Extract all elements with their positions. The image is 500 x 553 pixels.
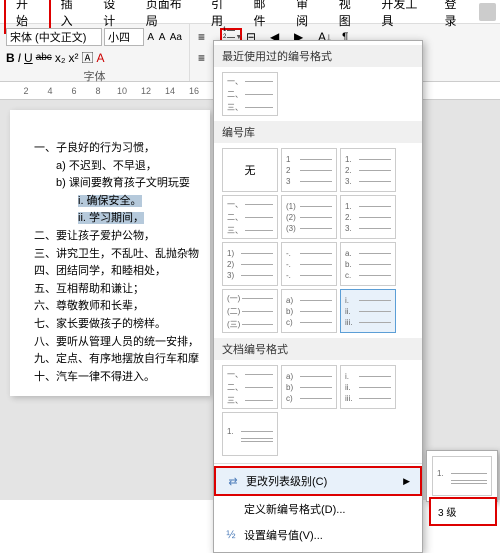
login-link[interactable]: 登录: [437, 0, 476, 32]
menu-devtools[interactable]: 开发工具: [371, 0, 436, 32]
set-number-value-item[interactable]: ½ 设置编号值(V)...: [214, 522, 422, 548]
numbering-sample[interactable]: (一)(二)(三): [222, 289, 278, 333]
numbering-sample[interactable]: 1.: [432, 456, 492, 496]
document-line[interactable]: 一、子良好的行为习惯，: [34, 140, 196, 158]
document-line[interactable]: 三、讲究卫生，不乱吐、乱抛杂物: [34, 246, 196, 264]
menu-bar: 开始 插入 设计 页面布局 引用 邮件 审阅 视图 开发工具 登录: [0, 0, 500, 24]
numbering-sample[interactable]: 一、二、三、: [222, 365, 278, 409]
document-line[interactable]: 八、要听从管理人员的统一安排，: [34, 334, 196, 352]
chevron-right-icon: ▶: [403, 476, 410, 487]
document-line[interactable]: a) 不迟到、不早退，: [34, 158, 196, 176]
numbering-sample[interactable]: a)b)c): [281, 289, 337, 333]
numbering-sample[interactable]: 1.: [222, 412, 278, 456]
numbering-dropdown: 最近使用过的编号格式 一、二、三、 编号库 无1231.2.3.一、二、三、(1…: [213, 40, 423, 553]
level-submenu: 1.: [426, 450, 498, 502]
strike-button[interactable]: abc: [36, 52, 52, 63]
document-line[interactable]: b) 课间要教育孩子文明玩耍: [34, 175, 196, 193]
numbering-sample[interactable]: i.ii.iii.: [340, 289, 396, 333]
numbering-sample[interactable]: 一、二、三、: [222, 195, 278, 239]
numbering-sample[interactable]: 1.2.3.: [340, 148, 396, 192]
font-group: A A Aa B I U abc x₂ x² 🄰 A 字体: [0, 24, 190, 81]
define-new-format-item[interactable]: 定义新编号格式(D)...: [214, 496, 422, 522]
highlight-button[interactable]: 🄰: [81, 49, 93, 66]
numbering-sample[interactable]: 一、二、三、: [222, 72, 278, 116]
numbering-sample[interactable]: 123: [281, 148, 337, 192]
font-name-select[interactable]: [6, 28, 102, 46]
document-line[interactable]: 六、尊敬教师和长辈，: [34, 298, 196, 316]
bold-button[interactable]: B: [6, 51, 15, 65]
recent-samples: 一、二、三、: [214, 67, 422, 121]
subscript-button[interactable]: x₂: [55, 51, 66, 65]
document-line[interactable]: 七、家长要做孩子的榜样。: [34, 316, 196, 334]
numbering-sample[interactable]: 1.2.3.: [340, 195, 396, 239]
document-line[interactable]: 九、定点、有序地摆放自行车和摩: [34, 351, 196, 369]
document-line[interactable]: 十、汽车一律不得进入。: [34, 369, 196, 387]
document-line[interactable]: 五、互相帮助和谦让；: [34, 281, 196, 299]
docformat-samples: 一、二、三、a)b)c)i.ii.iii. 1.: [214, 360, 422, 461]
document-line[interactable]: 四、团结同学，和睦相处，: [34, 263, 196, 281]
number-icon: ½: [224, 529, 238, 541]
numbering-sample[interactable]: 1)2)3): [222, 242, 278, 286]
separator: [214, 463, 422, 464]
avatar-icon[interactable]: [479, 3, 496, 21]
library-samples: 无1231.2.3. 一、二、三、(1)(2)(3)1.2.3. 1)2)3)-.-…: [214, 143, 422, 338]
document-line[interactable]: ii. 学习期间，: [34, 210, 196, 228]
clear-format-button[interactable]: Aa: [169, 28, 183, 46]
font-color-button[interactable]: A: [97, 51, 105, 65]
document-line[interactable]: 二、要让孩子爱护公物，: [34, 228, 196, 246]
library-section-title: 编号库: [214, 121, 422, 143]
numbering-sample[interactable]: (1)(2)(3): [281, 195, 337, 239]
underline-button[interactable]: U: [24, 51, 33, 65]
font-size-select[interactable]: [104, 28, 144, 46]
numbering-sample[interactable]: i.ii.iii.: [340, 365, 396, 409]
docformat-section-title: 文档编号格式: [214, 338, 422, 360]
numbering-sample[interactable]: a.b.c.: [340, 242, 396, 286]
document-page[interactable]: 一、子良好的行为习惯，a) 不迟到、不早退，b) 课间要教育孩子文明玩耍i. 确…: [10, 110, 210, 396]
italic-button[interactable]: I: [18, 51, 21, 65]
numbering-sample[interactable]: a)b)c): [281, 365, 337, 409]
grow-font-button[interactable]: A: [146, 28, 155, 46]
level-list-dropdown[interactable]: 3 级: [429, 497, 497, 526]
document-line[interactable]: i. 确保安全。: [34, 193, 196, 211]
change-list-level-item[interactable]: ⇄ 更改列表级别(C) ▶: [214, 466, 422, 496]
superscript-button[interactable]: x²: [68, 51, 78, 65]
list-level-icon: ⇄: [226, 475, 240, 488]
numbering-sample-none[interactable]: 无: [222, 148, 278, 192]
recent-section-title: 最近使用过的编号格式: [214, 45, 422, 67]
level-option[interactable]: 3 级: [434, 502, 492, 521]
numbering-sample[interactable]: -.-.-.: [281, 242, 337, 286]
shrink-font-button[interactable]: A: [157, 28, 166, 46]
